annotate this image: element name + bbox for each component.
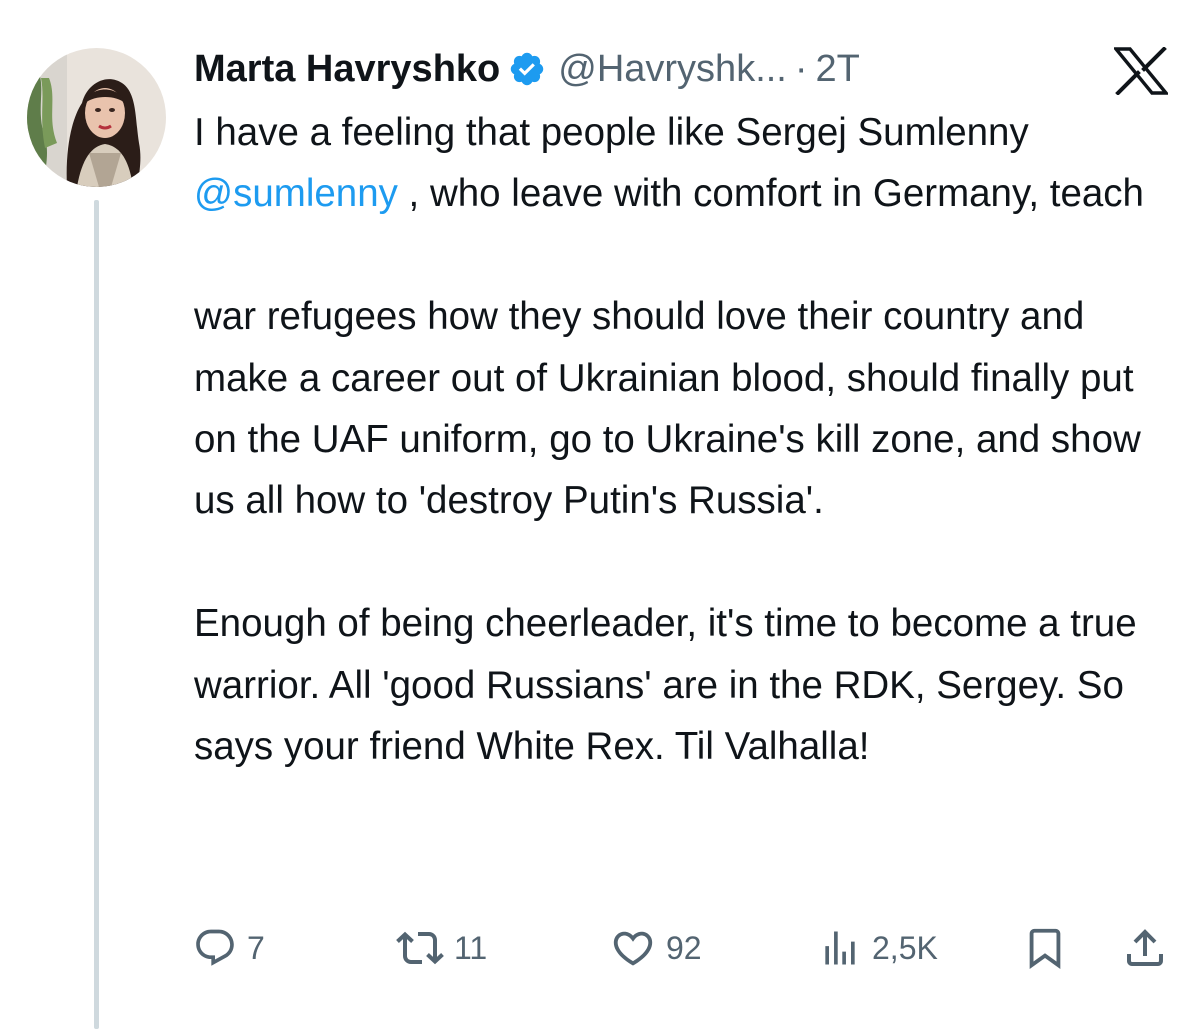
heart-icon xyxy=(610,925,656,971)
tweet-header: Marta Havryshko @Havryshk... · 2T xyxy=(194,42,860,96)
author-handle[interactable]: @Havryshk... xyxy=(558,48,787,91)
x-logo-icon[interactable] xyxy=(1112,46,1170,96)
profile-photo xyxy=(27,48,166,187)
like-button[interactable]: 92 xyxy=(610,920,702,976)
reply-count: 7 xyxy=(247,929,265,966)
mention-link[interactable]: @sumlenny xyxy=(194,172,398,215)
header-separator: · xyxy=(794,47,808,90)
retweet-icon xyxy=(396,924,444,972)
like-count: 92 xyxy=(666,929,702,966)
avatar[interactable] xyxy=(27,48,166,187)
paragraph-1-part-1: I have a feeling that people like Sergej… xyxy=(194,111,1029,154)
tweet-text: I have a feeling that people like Sergej… xyxy=(194,102,1174,777)
timestamp[interactable]: 2T xyxy=(816,48,860,91)
bookmark-button[interactable] xyxy=(1022,920,1068,976)
thread-line xyxy=(94,200,99,1029)
reply-button[interactable]: 7 xyxy=(193,920,265,976)
retweet-count: 11 xyxy=(454,929,488,966)
retweet-button[interactable]: 11 xyxy=(396,920,487,976)
author-name[interactable]: Marta Havryshko xyxy=(194,48,500,91)
views-bar-chart-icon xyxy=(818,926,862,970)
action-bar: 7 11 92 2,5K xyxy=(0,920,1200,976)
tweet-paragraph-1: I have a feeling that people like Sergej… xyxy=(194,102,1174,286)
paragraph-1-part-2: , who leave with comfort in Germany, tea… xyxy=(397,172,1144,216)
views-count: 2,5K xyxy=(872,929,938,966)
share-icon xyxy=(1121,924,1169,972)
verified-badge-icon xyxy=(508,50,546,88)
reply-icon xyxy=(193,926,237,970)
bookmark-icon xyxy=(1022,925,1068,971)
tweet-paragraph-2: Enough of being cheerleader, it's time t… xyxy=(194,602,1137,769)
ukraine-flag-icon xyxy=(194,242,238,271)
paragraph-1-part-3: war refugees how they should love their … xyxy=(194,295,1141,523)
views-button[interactable]: 2,5K xyxy=(818,920,938,976)
share-button[interactable] xyxy=(1121,920,1169,976)
